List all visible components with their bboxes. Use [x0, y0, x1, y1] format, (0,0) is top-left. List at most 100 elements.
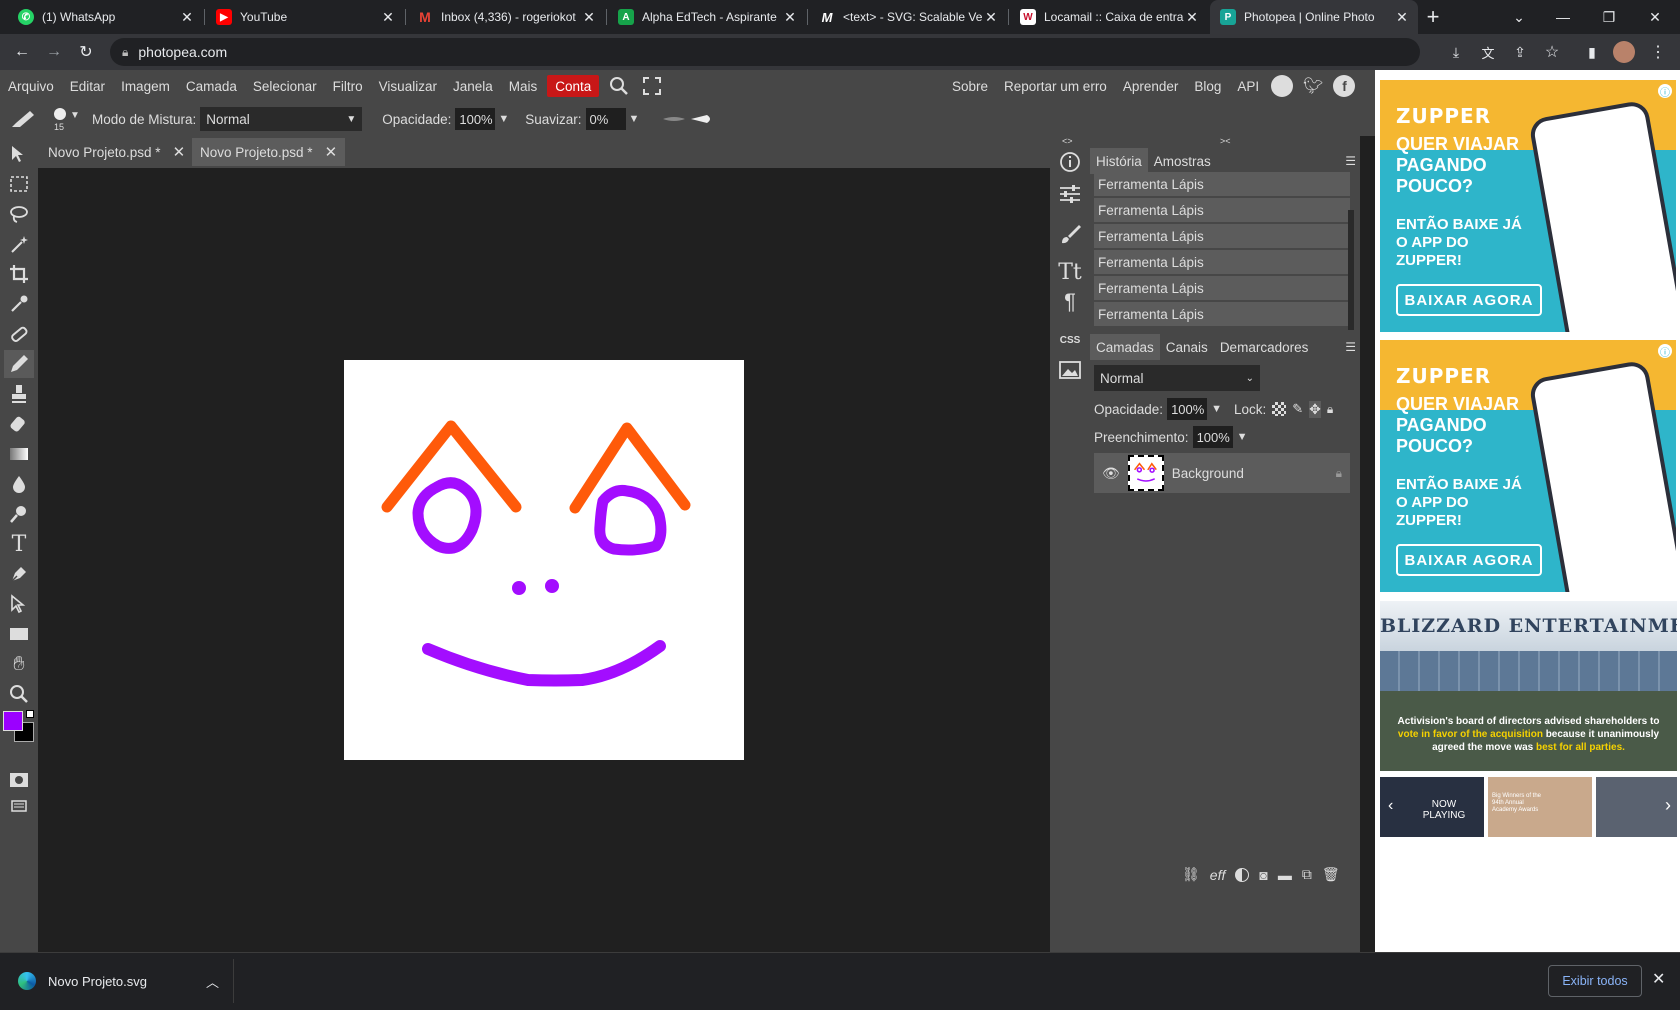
close-tab-icon[interactable]: ✕ [1394, 9, 1410, 26]
minimize-button[interactable]: — [1540, 0, 1586, 34]
close-tab-icon[interactable]: ✕ [983, 9, 999, 26]
crop-tool-icon[interactable] [4, 260, 34, 288]
panel-menu-icon[interactable]: ☰ [1345, 154, 1356, 168]
translate-icon[interactable]: 文 [1474, 38, 1502, 66]
facebook-icon[interactable]: f [1333, 75, 1356, 97]
close-document-icon[interactable]: ✕ [325, 143, 338, 161]
browser-tab-youtube[interactable]: ▶ YouTube ✕ [206, 0, 404, 34]
browser-tab-locamail[interactable]: W Locamail :: Caixa de entra ✕ [1010, 0, 1208, 34]
menu-mais[interactable]: Mais [501, 70, 546, 102]
gradient-tool-icon[interactable] [4, 440, 34, 468]
ad-info-icon[interactable]: ⓘ [1658, 84, 1672, 99]
close-tab-icon[interactable]: ✕ [380, 9, 396, 26]
lasso-tool-icon[interactable] [4, 200, 34, 228]
tab-amostras[interactable]: Amostras [1148, 148, 1217, 174]
layer-opacity-input[interactable]: 100% [1167, 398, 1208, 420]
history-item[interactable]: Ferramenta Lápis [1094, 172, 1350, 197]
menu-janela[interactable]: Janela [445, 70, 501, 102]
lock-pixels-icon[interactable]: ✎ [1292, 401, 1303, 417]
image-panel-icon[interactable] [1054, 354, 1086, 386]
menu-blog[interactable]: Blog [1186, 70, 1229, 102]
blur-tool-icon[interactable] [4, 470, 34, 498]
lock-position-icon[interactable]: ✥ [1309, 400, 1321, 418]
pressure-opacity-icon[interactable] [663, 114, 686, 124]
chevron-right-icon[interactable]: › [1665, 795, 1671, 816]
account-button[interactable]: Conta [547, 75, 600, 97]
menu-visualizar[interactable]: Visualizar [371, 70, 445, 102]
tab-demarcadores[interactable]: Demarcadores [1214, 334, 1315, 360]
foreground-color-swatch[interactable] [3, 711, 23, 731]
quick-mask-icon[interactable] [4, 766, 34, 794]
close-tab-icon[interactable]: ✕ [1184, 9, 1200, 26]
chevron-up-icon[interactable]: ︿ [206, 972, 219, 991]
layer-opacity-dropdown-icon[interactable]: ▼ [1211, 403, 1222, 415]
history-item[interactable]: Ferramenta Lápis [1094, 250, 1350, 275]
lock-all-icon[interactable]: 🔒︎ [1327, 402, 1333, 417]
adjustment-layer-icon[interactable] [1235, 867, 1250, 882]
blend-mode-select[interactable]: Normal ▼ [200, 107, 363, 131]
bookmark-star-icon[interactable]: ☆ [1538, 38, 1566, 66]
back-button[interactable]: ← [8, 38, 36, 66]
collapse-panels-icon[interactable]: <> [1062, 136, 1073, 146]
fill-dropdown-icon[interactable]: ▼ [1237, 431, 1248, 443]
zoom-tool-icon[interactable] [4, 680, 34, 708]
menu-sobre[interactable]: Sobre [944, 70, 996, 102]
pencil-tool-icon[interactable] [4, 350, 34, 378]
info-panel-icon[interactable] [1054, 146, 1086, 178]
history-item[interactable]: Ferramenta Lápis [1094, 276, 1350, 301]
lock-transparency-icon[interactable] [1272, 402, 1287, 416]
menu-aprender[interactable]: Aprender [1115, 70, 1187, 102]
brush-preset-picker[interactable]: 15 ▼ [52, 104, 82, 134]
css-panel-icon[interactable]: CSS [1054, 324, 1086, 356]
delete-layer-icon[interactable]: 🗑︎ [1322, 866, 1340, 883]
healing-brush-tool-icon[interactable] [4, 320, 34, 348]
new-layer-icon[interactable]: ⧉ [1302, 866, 1312, 883]
paragraph-panel-icon[interactable]: ¶ [1054, 286, 1086, 318]
menu-editar[interactable]: Editar [62, 70, 113, 102]
browser-tab-alpha-edtech[interactable]: A Alpha EdTech - Aspirante ✕ [608, 0, 806, 34]
lock-icon[interactable]: 🔒︎ [122, 45, 128, 60]
video-ad-player[interactable]: BLIZZARD ENTERTAINMENT Activision's boar… [1380, 601, 1677, 771]
browser-menu-icon[interactable]: ⋮ [1644, 38, 1672, 66]
reddit-icon[interactable] [1271, 75, 1294, 97]
link-layers-icon[interactable]: ⛓︎ [1182, 866, 1200, 883]
clone-stamp-tool-icon[interactable] [4, 380, 34, 408]
screen-mode-icon[interactable] [4, 792, 34, 820]
tab-historia[interactable]: História [1090, 148, 1148, 174]
tab-canais[interactable]: Canais [1160, 334, 1214, 360]
smooth-dropdown-icon[interactable]: ▼ [629, 113, 640, 125]
rectangle-tool-icon[interactable] [4, 620, 34, 648]
layer-row-background[interactable]: 👁︎ Background 🔒︎ [1094, 453, 1350, 493]
character-panel-icon[interactable]: Tt [1054, 256, 1086, 288]
close-tab-icon[interactable]: ✕ [581, 9, 597, 26]
video-thumbnail[interactable]: ‹ NOW PLAYING [1380, 777, 1484, 837]
new-tab-button[interactable]: + [1410, 0, 1456, 34]
tab-search-chevron-icon[interactable]: ⌄ [1496, 0, 1542, 34]
twitter-icon[interactable]: 🐦︎ [1303, 76, 1323, 96]
install-app-icon[interactable]: ⤓ [1442, 38, 1470, 66]
menu-api[interactable]: API [1229, 70, 1267, 102]
menu-selecionar[interactable]: Selecionar [245, 70, 325, 102]
video-thumbnail[interactable]: › [1596, 777, 1677, 837]
video-thumbnail[interactable]: Big Winners of the 94th Annual Academy A… [1488, 777, 1592, 837]
fill-input[interactable]: 100% [1192, 426, 1233, 448]
share-icon[interactable]: ⇪ [1506, 38, 1534, 66]
color-swatches[interactable] [2, 710, 36, 744]
close-tab-icon[interactable]: ✕ [782, 9, 798, 26]
close-document-icon[interactable]: ✕ [173, 143, 186, 161]
history-item[interactable]: Ferramenta Lápis [1094, 302, 1350, 327]
ad-info-icon[interactable]: ⓘ [1658, 344, 1672, 359]
menu-imagem[interactable]: Imagem [113, 70, 178, 102]
chevron-left-icon[interactable]: ‹ [1388, 797, 1393, 815]
layer-effects-icon[interactable]: eff [1210, 867, 1226, 883]
marquee-tool-icon[interactable] [4, 170, 34, 198]
tab-camadas[interactable]: Camadas [1090, 334, 1160, 360]
zupper-ad[interactable]: ZUPPER QUER VIAJAR PAGANDO POUCO? ENTÃO … [1380, 340, 1676, 592]
dodge-tool-icon[interactable] [4, 500, 34, 528]
eraser-tool-icon[interactable] [4, 410, 34, 438]
history-item[interactable]: Ferramenta Lápis [1094, 198, 1350, 223]
pen-tool-icon[interactable] [4, 560, 34, 588]
opacity-input[interactable]: 100% [455, 108, 496, 130]
zupper-ad[interactable]: ZUPPER QUER VIAJAR PAGANDO POUCO? ENTÃO … [1380, 80, 1676, 332]
adjustments-panel-icon[interactable] [1054, 178, 1086, 210]
